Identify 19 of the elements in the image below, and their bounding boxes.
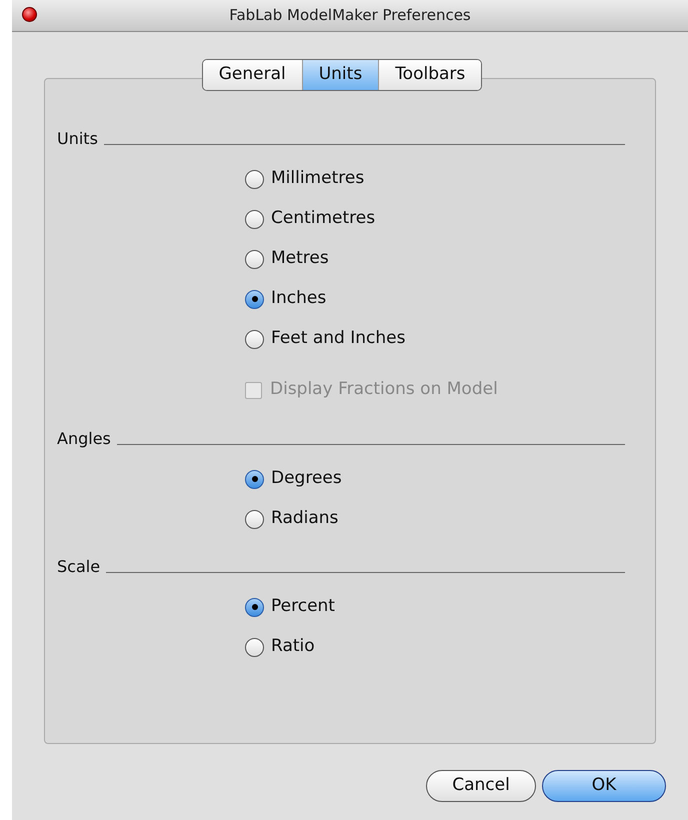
radio-button[interactable]: [245, 470, 264, 488]
section-title: Scale: [57, 556, 100, 578]
radio-button[interactable]: [245, 250, 264, 268]
radio-button[interactable]: [245, 638, 264, 656]
radio-button[interactable]: [245, 330, 264, 348]
window-title: FabLab ModelMaker Preferences: [229, 5, 471, 26]
radio-button[interactable]: [245, 210, 264, 228]
tab[interactable]: Toolbars: [378, 60, 482, 90]
close-button[interactable]: [22, 7, 37, 22]
radio-button[interactable]: [245, 510, 264, 528]
radio-button[interactable]: [245, 598, 264, 616]
tab[interactable]: General: [202, 60, 302, 90]
ok-button[interactable]: OK: [542, 770, 666, 802]
section-title: Angles: [57, 428, 111, 450]
cancel-button[interactable]: Cancel: [426, 770, 536, 802]
section-title: Units: [57, 128, 98, 150]
radio-button[interactable]: [245, 290, 264, 308]
tab[interactable]: Units: [302, 60, 378, 90]
radio-button[interactable]: [245, 170, 264, 188]
